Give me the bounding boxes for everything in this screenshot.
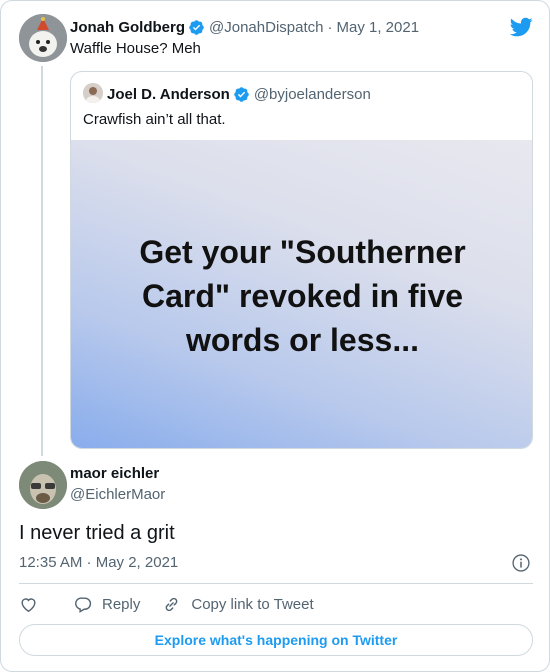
- reply-author-handle[interactable]: @EichlerMaor: [70, 486, 165, 503]
- copy-link-button[interactable]: Copy link to Tweet: [162, 595, 314, 614]
- reply-button[interactable]: Reply: [73, 595, 140, 614]
- quoted-author-name: Joel D. Anderson: [107, 85, 230, 103]
- media-caption-line: words or less...: [186, 322, 419, 358]
- avatar-jonah-goldberg[interactable]: [19, 14, 67, 62]
- like-button[interactable]: [19, 595, 38, 614]
- author-name[interactable]: Jonah Goldberg: [70, 19, 185, 36]
- media-caption-line: Get your "Southerner: [139, 234, 466, 270]
- reply-button-label: Reply: [102, 595, 141, 613]
- parent-header: Jonah Goldberg @JonahDispatch · May 1, 2…: [70, 17, 419, 37]
- copy-link-label: Copy link to Tweet: [191, 595, 314, 613]
- quoted-media-image[interactable]: Get your "Southerner Card" revoked in fi…: [71, 140, 532, 448]
- media-caption-line: Card" revoked in five: [141, 278, 464, 314]
- quoted-tweet[interactable]: Joel D. Anderson @byjoelanderson Crawfis…: [70, 71, 533, 449]
- avatar-maor-eichler[interactable]: [19, 461, 67, 509]
- tweet-date[interactable]: May 1, 2021: [336, 19, 419, 36]
- twitter-bird-icon[interactable]: [509, 15, 533, 39]
- heart-icon: [21, 597, 36, 612]
- reply-icon: [75, 596, 92, 613]
- explore-label: Explore what's happening on Twitter: [154, 632, 398, 648]
- tweet-embed-card: Jonah Goldberg @JonahDispatch · May 1, 2…: [0, 0, 550, 672]
- avatar-joel-anderson: [83, 83, 103, 103]
- quoted-author-handle: @byjoelanderson: [253, 85, 371, 103]
- reply-author-name[interactable]: maor eichler: [70, 465, 159, 482]
- explore-twitter-button[interactable]: Explore what's happening on Twitter: [19, 624, 533, 656]
- action-bar: Reply Copy link to Tweet: [19, 593, 314, 615]
- quoted-header: Joel D. Anderson @byjoelanderson: [107, 84, 371, 104]
- separator: ·: [327, 18, 333, 36]
- parent-tweet-text: Waffle House? Meh: [70, 40, 201, 57]
- info-icon[interactable]: [511, 553, 531, 573]
- media-caption: Get your "Southerner Card" revoked in fi…: [71, 230, 532, 362]
- verified-badge-icon: [234, 86, 249, 102]
- divider: [19, 583, 533, 584]
- reply-timestamp[interactable]: 12:35 AM · May 2, 2021: [19, 554, 178, 571]
- quoted-tweet-text: Crawfish ain’t all that.: [83, 111, 226, 128]
- thread-line: [41, 66, 43, 456]
- verified-badge-icon: [189, 19, 204, 35]
- author-handle[interactable]: @JonahDispatch: [209, 19, 323, 36]
- reply-tweet-text: I never tried a grit: [19, 522, 175, 544]
- link-icon: [165, 597, 178, 611]
